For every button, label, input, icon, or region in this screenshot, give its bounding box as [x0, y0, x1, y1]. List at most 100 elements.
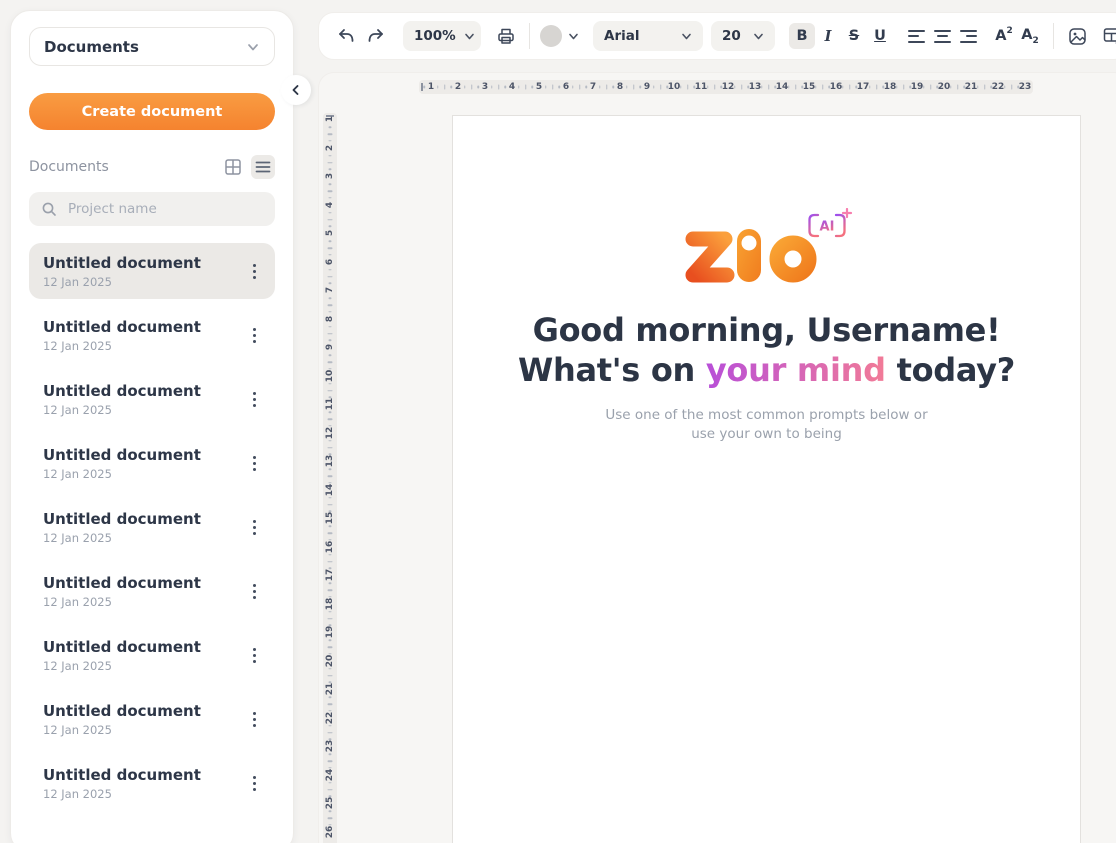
align-center-icon [934, 30, 951, 43]
undo-button[interactable] [333, 23, 359, 49]
sidebar: Documents Create document Documents [10, 10, 294, 843]
grid-view-button[interactable] [221, 155, 245, 179]
align-left-icon [908, 30, 925, 43]
document-list-item[interactable]: Untitled document 12 Jan 2025 [29, 243, 275, 299]
strikethrough-button[interactable]: S [841, 23, 867, 49]
vertical-ruler[interactable]: 1234567891011121314151617181920212223242… [323, 113, 337, 843]
document-list-item[interactable]: Untitled document 12 Jan 2025 [29, 755, 275, 811]
document-menu-button[interactable] [241, 255, 267, 287]
undo-icon [336, 26, 356, 46]
document-menu-button[interactable] [241, 511, 267, 543]
document-list-item[interactable]: Untitled document 12 Jan 2025 [29, 499, 275, 555]
workspace-dropdown-label: Documents [44, 38, 139, 56]
italic-button[interactable]: I [815, 23, 841, 49]
insert-image-button[interactable] [1064, 23, 1090, 49]
chevron-left-icon [290, 84, 302, 96]
text-color-select[interactable] [540, 25, 579, 47]
document-list-item[interactable]: Untitled document 12 Jan 2025 [29, 307, 275, 363]
document-list: Untitled document 12 Jan 2025 Untitled d… [29, 243, 275, 811]
zio-logo: AI [453, 208, 1080, 286]
list-view-button[interactable] [251, 155, 275, 179]
document-date: 12 Jan 2025 [43, 467, 241, 481]
ai-badge-label: AI [819, 220, 834, 235]
document-date: 12 Jan 2025 [43, 723, 241, 737]
redo-icon [366, 26, 386, 46]
superscript-icon: A2 [995, 28, 1013, 44]
document-date: 12 Jan 2025 [43, 403, 241, 417]
document-title: Untitled document [43, 574, 241, 592]
document-date: 12 Jan 2025 [43, 339, 241, 353]
document-title: Untitled document [43, 510, 241, 528]
search-input[interactable] [66, 200, 263, 218]
italic-label: I [825, 28, 832, 45]
documents-section-label: Documents [29, 159, 109, 175]
align-center-button[interactable] [929, 23, 955, 49]
superscript-button[interactable]: A2 [991, 23, 1017, 49]
search-box[interactable] [29, 192, 275, 226]
color-swatch [540, 25, 562, 47]
logo-letter-o [777, 243, 809, 275]
document-menu-button[interactable] [241, 575, 267, 607]
bold-button[interactable]: B [789, 23, 815, 49]
underline-button[interactable]: U [867, 23, 893, 49]
underline-label: U [874, 28, 886, 44]
font-family-value: Arial [604, 28, 639, 44]
horizontal-ruler[interactable]: 1234567891011121314151617181920212223 [419, 80, 1033, 94]
document-list-item[interactable]: Untitled document 12 Jan 2025 [29, 691, 275, 747]
greeting-subtitle: Use one of the most common prompts below… [453, 406, 1080, 444]
font-family-select[interactable]: Arial [593, 21, 703, 51]
insert-table-button[interactable] [1100, 23, 1116, 49]
zoom-select[interactable]: 100% [403, 21, 481, 51]
document-page[interactable]: AI Good morning, Username! What's on you… [452, 115, 1081, 843]
workspace-dropdown[interactable]: Documents [29, 27, 275, 66]
document-title: Untitled document [43, 766, 241, 784]
chevron-down-icon [246, 40, 260, 54]
document-menu-button[interactable] [241, 703, 267, 735]
subscript-button[interactable]: A2 [1017, 23, 1043, 49]
greeting-heading: Good morning, Username! What's on your m… [453, 310, 1080, 390]
grid-view-icon [224, 158, 242, 176]
document-list-item[interactable]: Untitled document 12 Jan 2025 [29, 435, 275, 491]
document-menu-button[interactable] [241, 447, 267, 479]
align-left-button[interactable] [903, 23, 929, 49]
document-menu-button[interactable] [241, 767, 267, 799]
document-date: 12 Jan 2025 [43, 595, 241, 609]
document-date: 12 Jan 2025 [43, 275, 241, 289]
document-title: Untitled document [43, 318, 241, 336]
font-size-select[interactable]: 20 [711, 21, 775, 51]
chevron-down-icon [681, 31, 692, 42]
editor-canvas: 1234567891011121314151617181920212223 12… [318, 72, 1116, 843]
chevron-down-icon [568, 31, 579, 42]
print-button[interactable] [493, 23, 519, 49]
document-title: Untitled document [43, 382, 241, 400]
align-right-button[interactable] [955, 23, 981, 49]
redo-button[interactable] [363, 23, 389, 49]
chevron-down-icon [464, 31, 475, 42]
greeting-line1: Good morning, Username! [453, 310, 1080, 350]
document-date: 12 Jan 2025 [43, 787, 241, 801]
image-icon [1067, 26, 1088, 47]
chevron-down-icon [753, 31, 764, 42]
document-title: Untitled document [43, 254, 241, 272]
sidebar-collapse-button[interactable] [281, 75, 311, 105]
strikethrough-label: S [849, 28, 859, 44]
document-list-item[interactable]: Untitled document 12 Jan 2025 [29, 627, 275, 683]
greeting-line2: What's on your mind today? [453, 350, 1080, 390]
create-document-label: Create document [82, 104, 223, 120]
printer-icon [496, 26, 516, 46]
document-list-item[interactable]: Untitled document 12 Jan 2025 [29, 371, 275, 427]
document-date: 12 Jan 2025 [43, 659, 241, 673]
font-size-value: 20 [722, 28, 741, 44]
document-date: 12 Jan 2025 [43, 531, 241, 545]
create-document-button[interactable]: Create document [29, 93, 275, 130]
document-menu-button[interactable] [241, 639, 267, 671]
document-list-item[interactable]: Untitled document 12 Jan 2025 [29, 563, 275, 619]
document-menu-button[interactable] [241, 319, 267, 351]
bold-label: B [796, 28, 807, 44]
list-view-icon [254, 158, 272, 176]
zoom-value: 100% [414, 28, 456, 44]
greeting-highlight: your mind [706, 351, 886, 389]
document-menu-button[interactable] [241, 383, 267, 415]
document-title: Untitled document [43, 446, 241, 464]
document-title: Untitled document [43, 702, 241, 720]
